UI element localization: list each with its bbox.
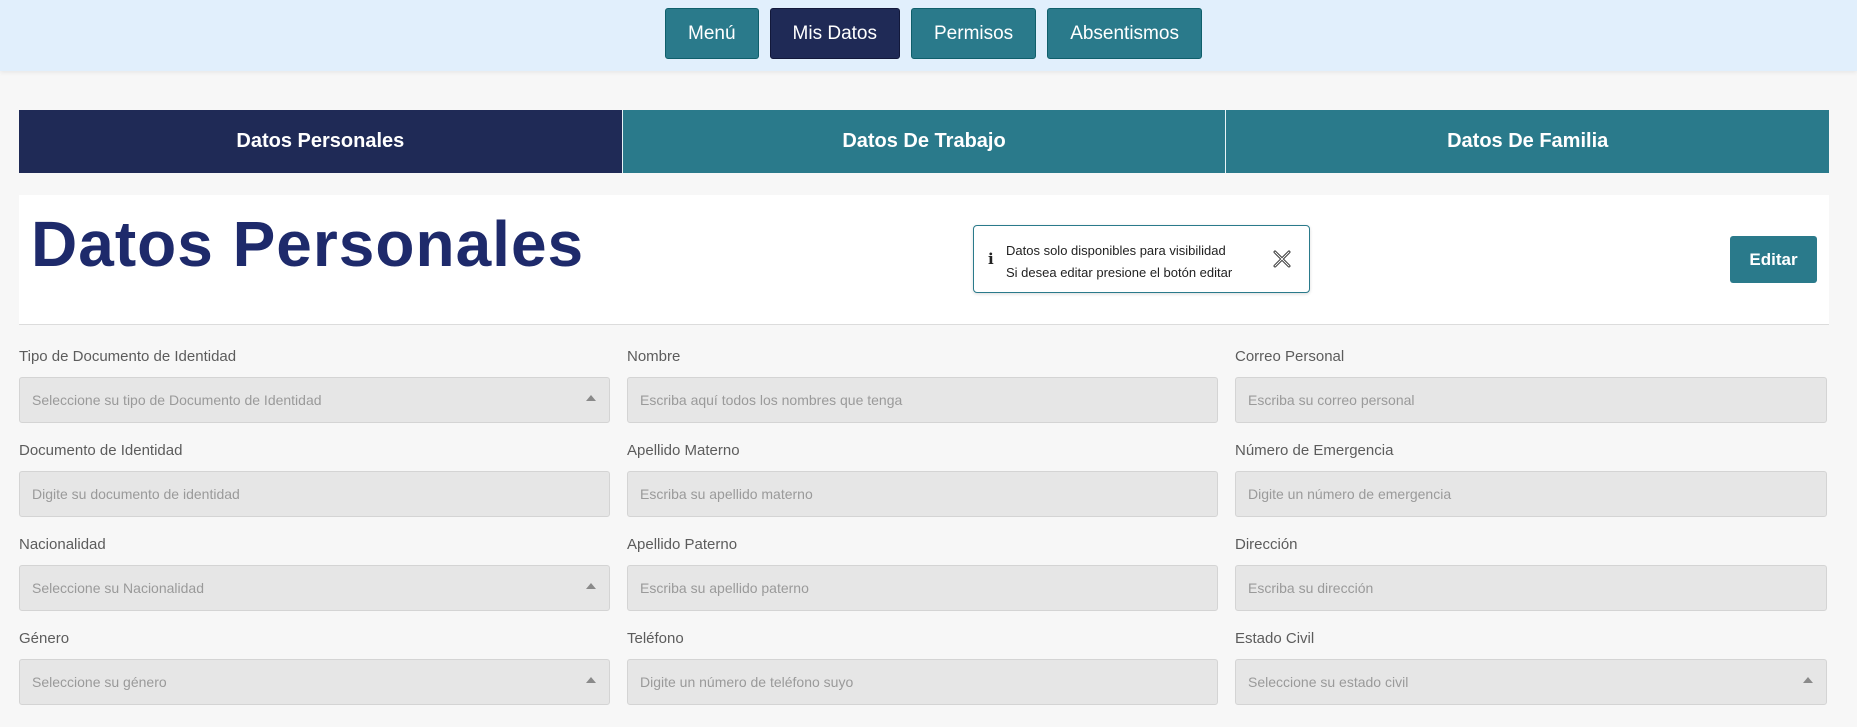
field-estado-civil: Estado Civil Seleccione su estado civil xyxy=(1235,630,1827,705)
nav-permisos-button[interactable]: Permisos xyxy=(911,8,1037,59)
notice-line-1: Datos solo disponibles para visibilidad xyxy=(1006,243,1226,258)
nombre-input[interactable]: Escriba aquí todos los nombres que tenga xyxy=(627,377,1218,423)
field-label: Nombre xyxy=(627,348,681,365)
info-icon: i xyxy=(988,250,994,268)
nav-mis-datos-button[interactable]: Mis Datos xyxy=(769,8,900,59)
chevron-up-icon xyxy=(1803,677,1813,683)
section-tabs: Datos Personales Datos De Trabajo Datos … xyxy=(19,110,1830,173)
estado-civil-select[interactable]: Seleccione su estado civil xyxy=(1235,659,1827,705)
page-title: Datos Personales xyxy=(31,208,585,280)
tab-datos-de-trabajo[interactable]: Datos De Trabajo xyxy=(621,110,1226,173)
field-label: Número de Emergencia xyxy=(1235,442,1394,459)
field-correo-personal: Correo Personal Escriba su correo person… xyxy=(1235,348,1827,423)
direccion-input[interactable]: Escriba su dirección xyxy=(1235,565,1827,611)
nav-absentismos-button[interactable]: Absentismos xyxy=(1047,8,1202,59)
field-direccion: Dirección Escriba su dirección xyxy=(1235,536,1827,611)
placeholder-text: Escriba aquí todos los nombres que tenga xyxy=(640,392,903,408)
field-label: Dirección xyxy=(1235,536,1298,553)
field-label: Estado Civil xyxy=(1235,630,1315,647)
tab-datos-de-familia[interactable]: Datos De Familia xyxy=(1225,110,1830,173)
close-icon[interactable] xyxy=(1270,247,1294,271)
placeholder-text: Seleccione su género xyxy=(32,674,167,690)
chevron-up-icon xyxy=(586,583,596,589)
placeholder-text: Digite un número de emergencia xyxy=(1248,486,1452,502)
notice-line-2: Si desea editar presione el botón editar xyxy=(1006,265,1233,280)
field-documento-identidad: Documento de Identidad Digite su documen… xyxy=(19,442,610,517)
top-bar: Menú Mis Datos Permisos Absentismos xyxy=(0,0,1857,71)
field-label: Teléfono xyxy=(627,630,684,647)
placeholder-text: Seleccione su Nacionalidad xyxy=(32,580,204,596)
field-label: Apellido Materno xyxy=(627,442,740,459)
apellido-materno-input[interactable]: Escriba su apellido materno xyxy=(627,471,1218,517)
placeholder-text: Escriba su apellido materno xyxy=(640,486,813,502)
placeholder-text: Escriba su dirección xyxy=(1248,580,1374,596)
apellido-paterno-input[interactable]: Escriba su apellido paterno xyxy=(627,565,1218,611)
field-apellido-materno: Apellido Materno Escriba su apellido mat… xyxy=(627,442,1218,517)
visibility-notice: i Datos solo disponibles para visibilida… xyxy=(973,225,1310,293)
field-label: Apellido Paterno xyxy=(627,536,738,553)
field-nombre: Nombre Escriba aquí todos los nombres qu… xyxy=(627,348,1218,423)
field-telefono: Teléfono Digite un número de teléfono su… xyxy=(627,630,1218,705)
field-label: Nacionalidad xyxy=(19,536,106,553)
chevron-up-icon xyxy=(586,395,596,401)
edit-button[interactable]: Editar xyxy=(1730,236,1817,283)
tab-datos-personales[interactable]: Datos Personales xyxy=(19,110,622,173)
field-genero: Género Seleccione su género xyxy=(19,630,610,705)
genero-select[interactable]: Seleccione su género xyxy=(19,659,610,705)
field-label: Género xyxy=(19,630,70,647)
correo-personal-input[interactable]: Escriba su correo personal xyxy=(1235,377,1827,423)
field-label: Documento de Identidad xyxy=(19,442,183,459)
field-label: Tipo de Documento de Identidad xyxy=(19,348,237,365)
chevron-up-icon xyxy=(586,677,596,683)
field-numero-emergencia: Número de Emergencia Digite un número de… xyxy=(1235,442,1827,517)
field-apellido-paterno: Apellido Paterno Escriba su apellido pat… xyxy=(627,536,1218,611)
placeholder-text: Digite un número de teléfono suyo xyxy=(640,674,854,690)
placeholder-text: Digite su documento de identidad xyxy=(32,486,240,502)
telefono-input[interactable]: Digite un número de teléfono suyo xyxy=(627,659,1218,705)
placeholder-text: Escriba su correo personal xyxy=(1248,392,1415,408)
top-nav: Menú Mis Datos Permisos Absentismos xyxy=(665,8,1202,59)
field-label: Correo Personal xyxy=(1235,348,1345,365)
nav-menu-button[interactable]: Menú xyxy=(665,8,759,59)
personal-data-form: Tipo de Documento de Identidad Seleccion… xyxy=(19,348,1829,705)
documento-identidad-input[interactable]: Digite su documento de identidad xyxy=(19,471,610,517)
header-panel: Datos Personales i Datos solo disponible… xyxy=(19,195,1829,325)
nacionalidad-select[interactable]: Seleccione su Nacionalidad xyxy=(19,565,610,611)
field-nacionalidad: Nacionalidad Seleccione su Nacionalidad xyxy=(19,536,610,611)
placeholder-text: Escriba su apellido paterno xyxy=(640,580,809,596)
tipo-documento-select[interactable]: Seleccione su tipo de Documento de Ident… xyxy=(19,377,610,423)
placeholder-text: Seleccione su tipo de Documento de Ident… xyxy=(32,392,322,408)
numero-emergencia-input[interactable]: Digite un número de emergencia xyxy=(1235,471,1827,517)
placeholder-text: Seleccione su estado civil xyxy=(1248,674,1409,690)
field-tipo-documento: Tipo de Documento de Identidad Seleccion… xyxy=(19,348,610,423)
